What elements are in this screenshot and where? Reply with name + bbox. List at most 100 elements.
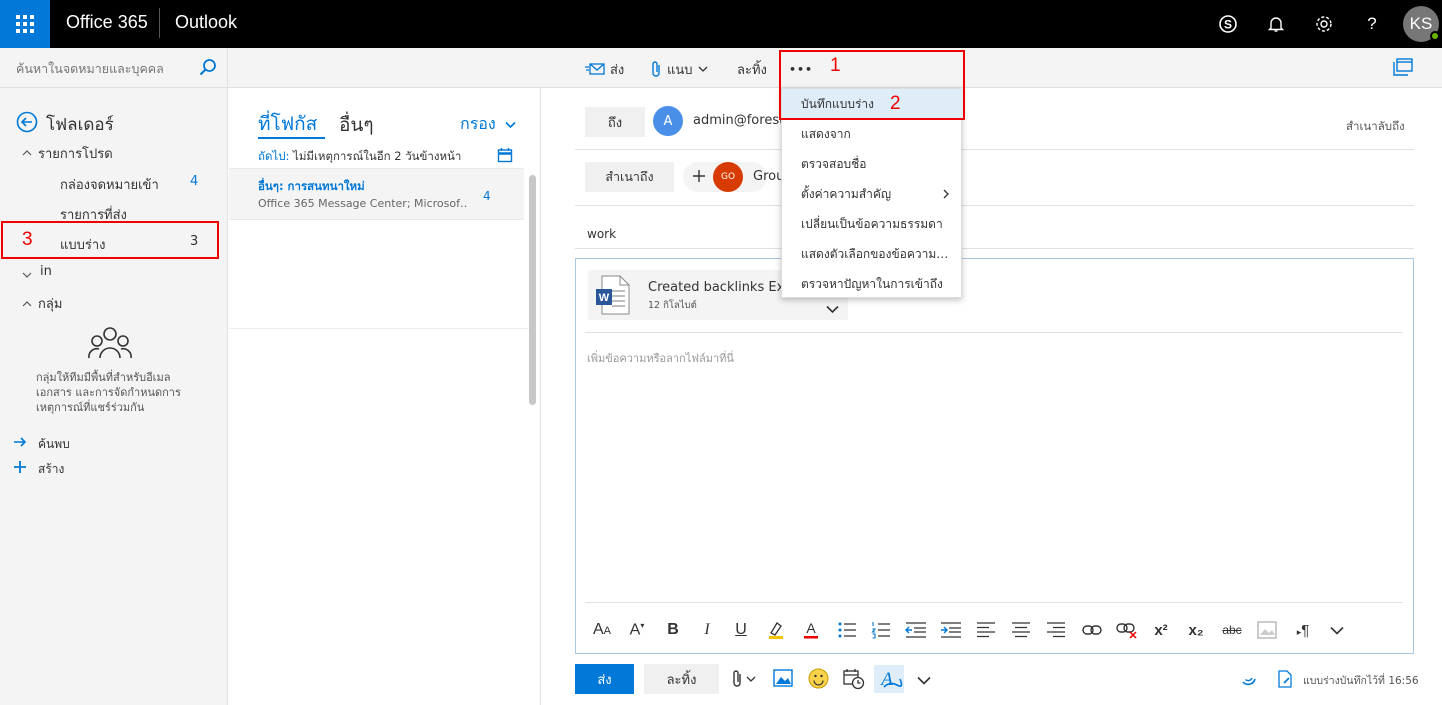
chevron-down-icon — [505, 121, 516, 128]
skype-icon: S — [1219, 15, 1237, 33]
menu-item-show-from[interactable]: แสดงจาก — [782, 119, 963, 149]
subscript-button[interactable]: x₂ — [1183, 619, 1209, 641]
help-button[interactable]: ? — [1358, 10, 1386, 38]
app-launcher-button[interactable] — [0, 0, 50, 48]
menu-item-check-names[interactable]: ตรวจสอบชื่อ — [782, 149, 963, 179]
insert-image-inline-button[interactable] — [1254, 619, 1280, 641]
align-left-button[interactable] — [973, 619, 999, 641]
tab-focused[interactable]: ที่โฟกัส — [258, 109, 317, 139]
bullets-button[interactable] — [834, 619, 860, 641]
attach-button[interactable] — [731, 669, 763, 689]
bcc-link[interactable]: สำเนาลับถึง — [1346, 118, 1405, 136]
groups-description: กลุ่มให้ทีมมีพื้นที่สำหรับอีเมล เอกสาร แ… — [36, 371, 181, 414]
favorites-header[interactable]: รายการโปรด — [38, 143, 113, 164]
add-cc-button[interactable] — [692, 169, 706, 183]
decrease-indent-button[interactable] — [903, 619, 929, 641]
remove-link-button[interactable] — [1114, 619, 1140, 641]
collapse-folders-button[interactable] — [16, 111, 38, 133]
settings-button[interactable] — [1310, 10, 1338, 38]
notifications-button[interactable] — [1262, 10, 1290, 38]
calendar-button[interactable] — [497, 147, 513, 163]
draft-saved-status: แบบร่างบันทึกไว้ที่ 16:56 — [1303, 675, 1419, 687]
font-size-button[interactable]: A▾ — [624, 619, 650, 641]
to-button[interactable]: ถึง — [585, 107, 645, 137]
discard-button[interactable]: ละทิ้ง — [644, 664, 719, 694]
list-item-count: 4 — [483, 189, 491, 203]
numbering-button[interactable] — [868, 619, 894, 641]
strikethrough-button[interactable]: abc — [1219, 619, 1245, 641]
highlight-button[interactable] — [763, 619, 789, 641]
filter-button[interactable]: กรอง — [460, 112, 516, 137]
groups-header[interactable]: กลุ่ม — [38, 293, 62, 314]
discover-groups-link[interactable]: ค้นพบ — [38, 435, 70, 454]
bold-button[interactable]: B — [660, 619, 686, 641]
chevron-down-icon — [826, 305, 839, 314]
svg-text:S: S — [1224, 18, 1232, 32]
to-recipient[interactable]: admin@forest — [693, 113, 784, 128]
brand-name[interactable]: Office 365 — [66, 12, 148, 33]
send-command-label: ส่ง — [610, 62, 625, 78]
message-list-scrollbar[interactable] — [529, 175, 536, 405]
subject-divider — [575, 248, 1414, 249]
send-button[interactable]: ส่ง — [575, 664, 634, 694]
attachment-options-button[interactable] — [826, 303, 840, 314]
tab-other[interactable]: อื่นๆ — [339, 110, 374, 140]
menu-item-accessibility-check[interactable]: ตรวจหาปัญหาในการเข้าถึง — [782, 269, 963, 299]
search-button[interactable] — [198, 58, 218, 78]
groups-toggle[interactable] — [22, 297, 32, 307]
bullet-list-icon — [838, 622, 856, 638]
menu-item-set-importance[interactable]: ตั้งค่าความสำคัญ — [782, 179, 963, 209]
format-toggle-button[interactable]: A — [874, 665, 904, 693]
create-group-link[interactable]: สร้าง — [38, 460, 64, 479]
sidebar-item-inbox[interactable]: กล่องจดหมายเข้า — [60, 174, 159, 195]
insert-link-button[interactable] — [1079, 619, 1105, 641]
discard-command[interactable]: ละทิ้ง — [737, 58, 767, 80]
app-name[interactable]: Outlook — [175, 12, 237, 33]
align-center-icon — [1012, 622, 1030, 638]
more-compose-options-button[interactable] — [917, 674, 931, 685]
align-center-button[interactable] — [1008, 619, 1034, 641]
font-family-button[interactable]: AA — [589, 619, 615, 641]
paragraph-direction-button[interactable]: ▸¶ — [1290, 619, 1316, 641]
italic-button[interactable]: I — [694, 619, 720, 641]
chevron-down-icon — [746, 676, 756, 682]
subscript-icon: x₂ — [1188, 621, 1204, 639]
strikethrough-icon: abc — [1222, 623, 1242, 637]
pop-out-button[interactable] — [1393, 58, 1415, 78]
emoji-button[interactable] — [808, 668, 830, 690]
in-folder[interactable]: in — [40, 264, 52, 279]
search-input[interactable] — [0, 48, 195, 88]
bell-icon — [1267, 17, 1285, 32]
subject-field[interactable]: work — [587, 227, 616, 241]
font-color-button[interactable]: A — [798, 619, 824, 641]
schedule-button[interactable] — [843, 668, 865, 690]
body-placeholder[interactable]: เพิ่มข้อความหรือลากไฟล์มาที่นี่ — [587, 349, 734, 367]
groups-people-icon — [88, 324, 132, 362]
superscript-button[interactable]: x² — [1148, 619, 1174, 641]
favorites-toggle[interactable] — [22, 146, 32, 156]
in-folder-toggle[interactable] — [22, 268, 32, 278]
discard-command-label: ละทิ้ง — [737, 62, 767, 78]
send-mail-icon — [585, 63, 605, 75]
chevron-up-icon — [22, 301, 32, 307]
next-prefix: ถัดไป: — [258, 149, 290, 163]
draft-saved-icon — [1277, 670, 1293, 688]
send-command[interactable]: ส่ง — [585, 58, 624, 80]
align-right-button[interactable] — [1043, 619, 1069, 641]
attach-command[interactable]: แนบ — [650, 58, 708, 80]
insert-picture-button[interactable] — [773, 669, 795, 689]
more-formatting-button[interactable] — [1324, 619, 1350, 641]
list-item-preview: Office 365 Message Center; Microsof… — [258, 197, 468, 210]
underline-button[interactable]: U — [728, 619, 754, 641]
chevron-up-icon — [22, 150, 32, 156]
next-event-line[interactable]: ถัดไป: ไม่มีเหตุการณ์ในอีก 2 วันข้างหน้า — [258, 148, 461, 166]
chevron-down-icon — [22, 272, 32, 278]
skype-button[interactable]: S — [1214, 10, 1242, 38]
search-icon — [199, 59, 216, 76]
menu-item-plain-text[interactable]: เปลี่ยนเป็นข้อความธรรมดา — [782, 209, 963, 239]
image-icon — [773, 669, 793, 687]
menu-item-message-options[interactable]: แสดงตัวเลือกของข้อความ… — [782, 239, 963, 269]
cc-button[interactable]: สำเนาถึง — [585, 162, 674, 192]
increase-indent-button[interactable] — [938, 619, 964, 641]
set-importance-label: ตั้งค่าความสำคัญ — [801, 186, 892, 201]
